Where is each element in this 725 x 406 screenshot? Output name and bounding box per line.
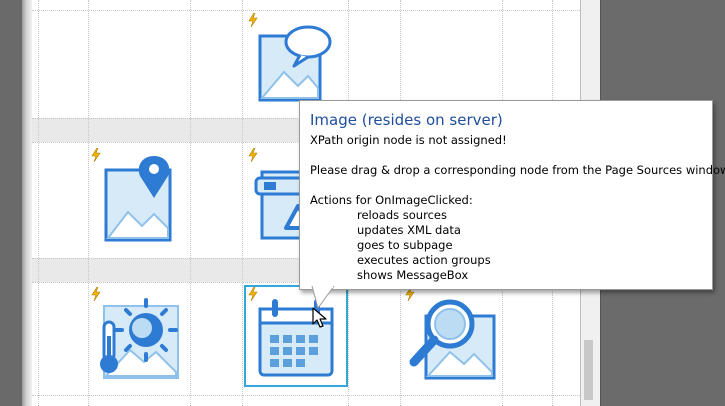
image-control[interactable] [94, 292, 184, 382]
tooltip-title: Image (resides on server) [310, 111, 503, 129]
image-thermometer-weather-icon [100, 298, 179, 379]
image-control[interactable] [404, 292, 496, 382]
grid-line [32, 395, 580, 396]
tooltip-xpath-message: XPath origin node is not assigned! [310, 133, 507, 147]
tooltip-action-item: updates XML data [357, 223, 461, 237]
tooltip-action-item: reloads sources [357, 208, 447, 222]
image-tooltip: Image (resides on server) XPath origin n… [299, 100, 725, 290]
image-magnifier-icon [409, 299, 496, 380]
left-panel-edge [22, 0, 32, 406]
grid-line [38, 0, 39, 406]
image-map-pin-icon [104, 156, 172, 242]
tooltip-instruction: Please drag & drop a corresponding node … [310, 163, 725, 177]
image-control[interactable] [98, 152, 188, 242]
left-panel-background [0, 0, 22, 406]
mouse-cursor-icon [312, 307, 327, 328]
grid-line [32, 10, 580, 11]
grid-line [88, 0, 89, 406]
image-control[interactable] [250, 14, 340, 104]
tooltip-action-item: goes to subpage [357, 238, 453, 252]
tooltip-actions-header: Actions for OnImageClicked: [310, 193, 473, 207]
grid-line [190, 0, 191, 406]
tooltip-action-item: executes action groups [357, 253, 491, 267]
image-speech-bubble-icon [258, 25, 332, 102]
tooltip-action-item: shows MessageBox [357, 268, 469, 282]
grid-line [242, 0, 243, 406]
scrollbar-thumb[interactable] [584, 340, 593, 400]
